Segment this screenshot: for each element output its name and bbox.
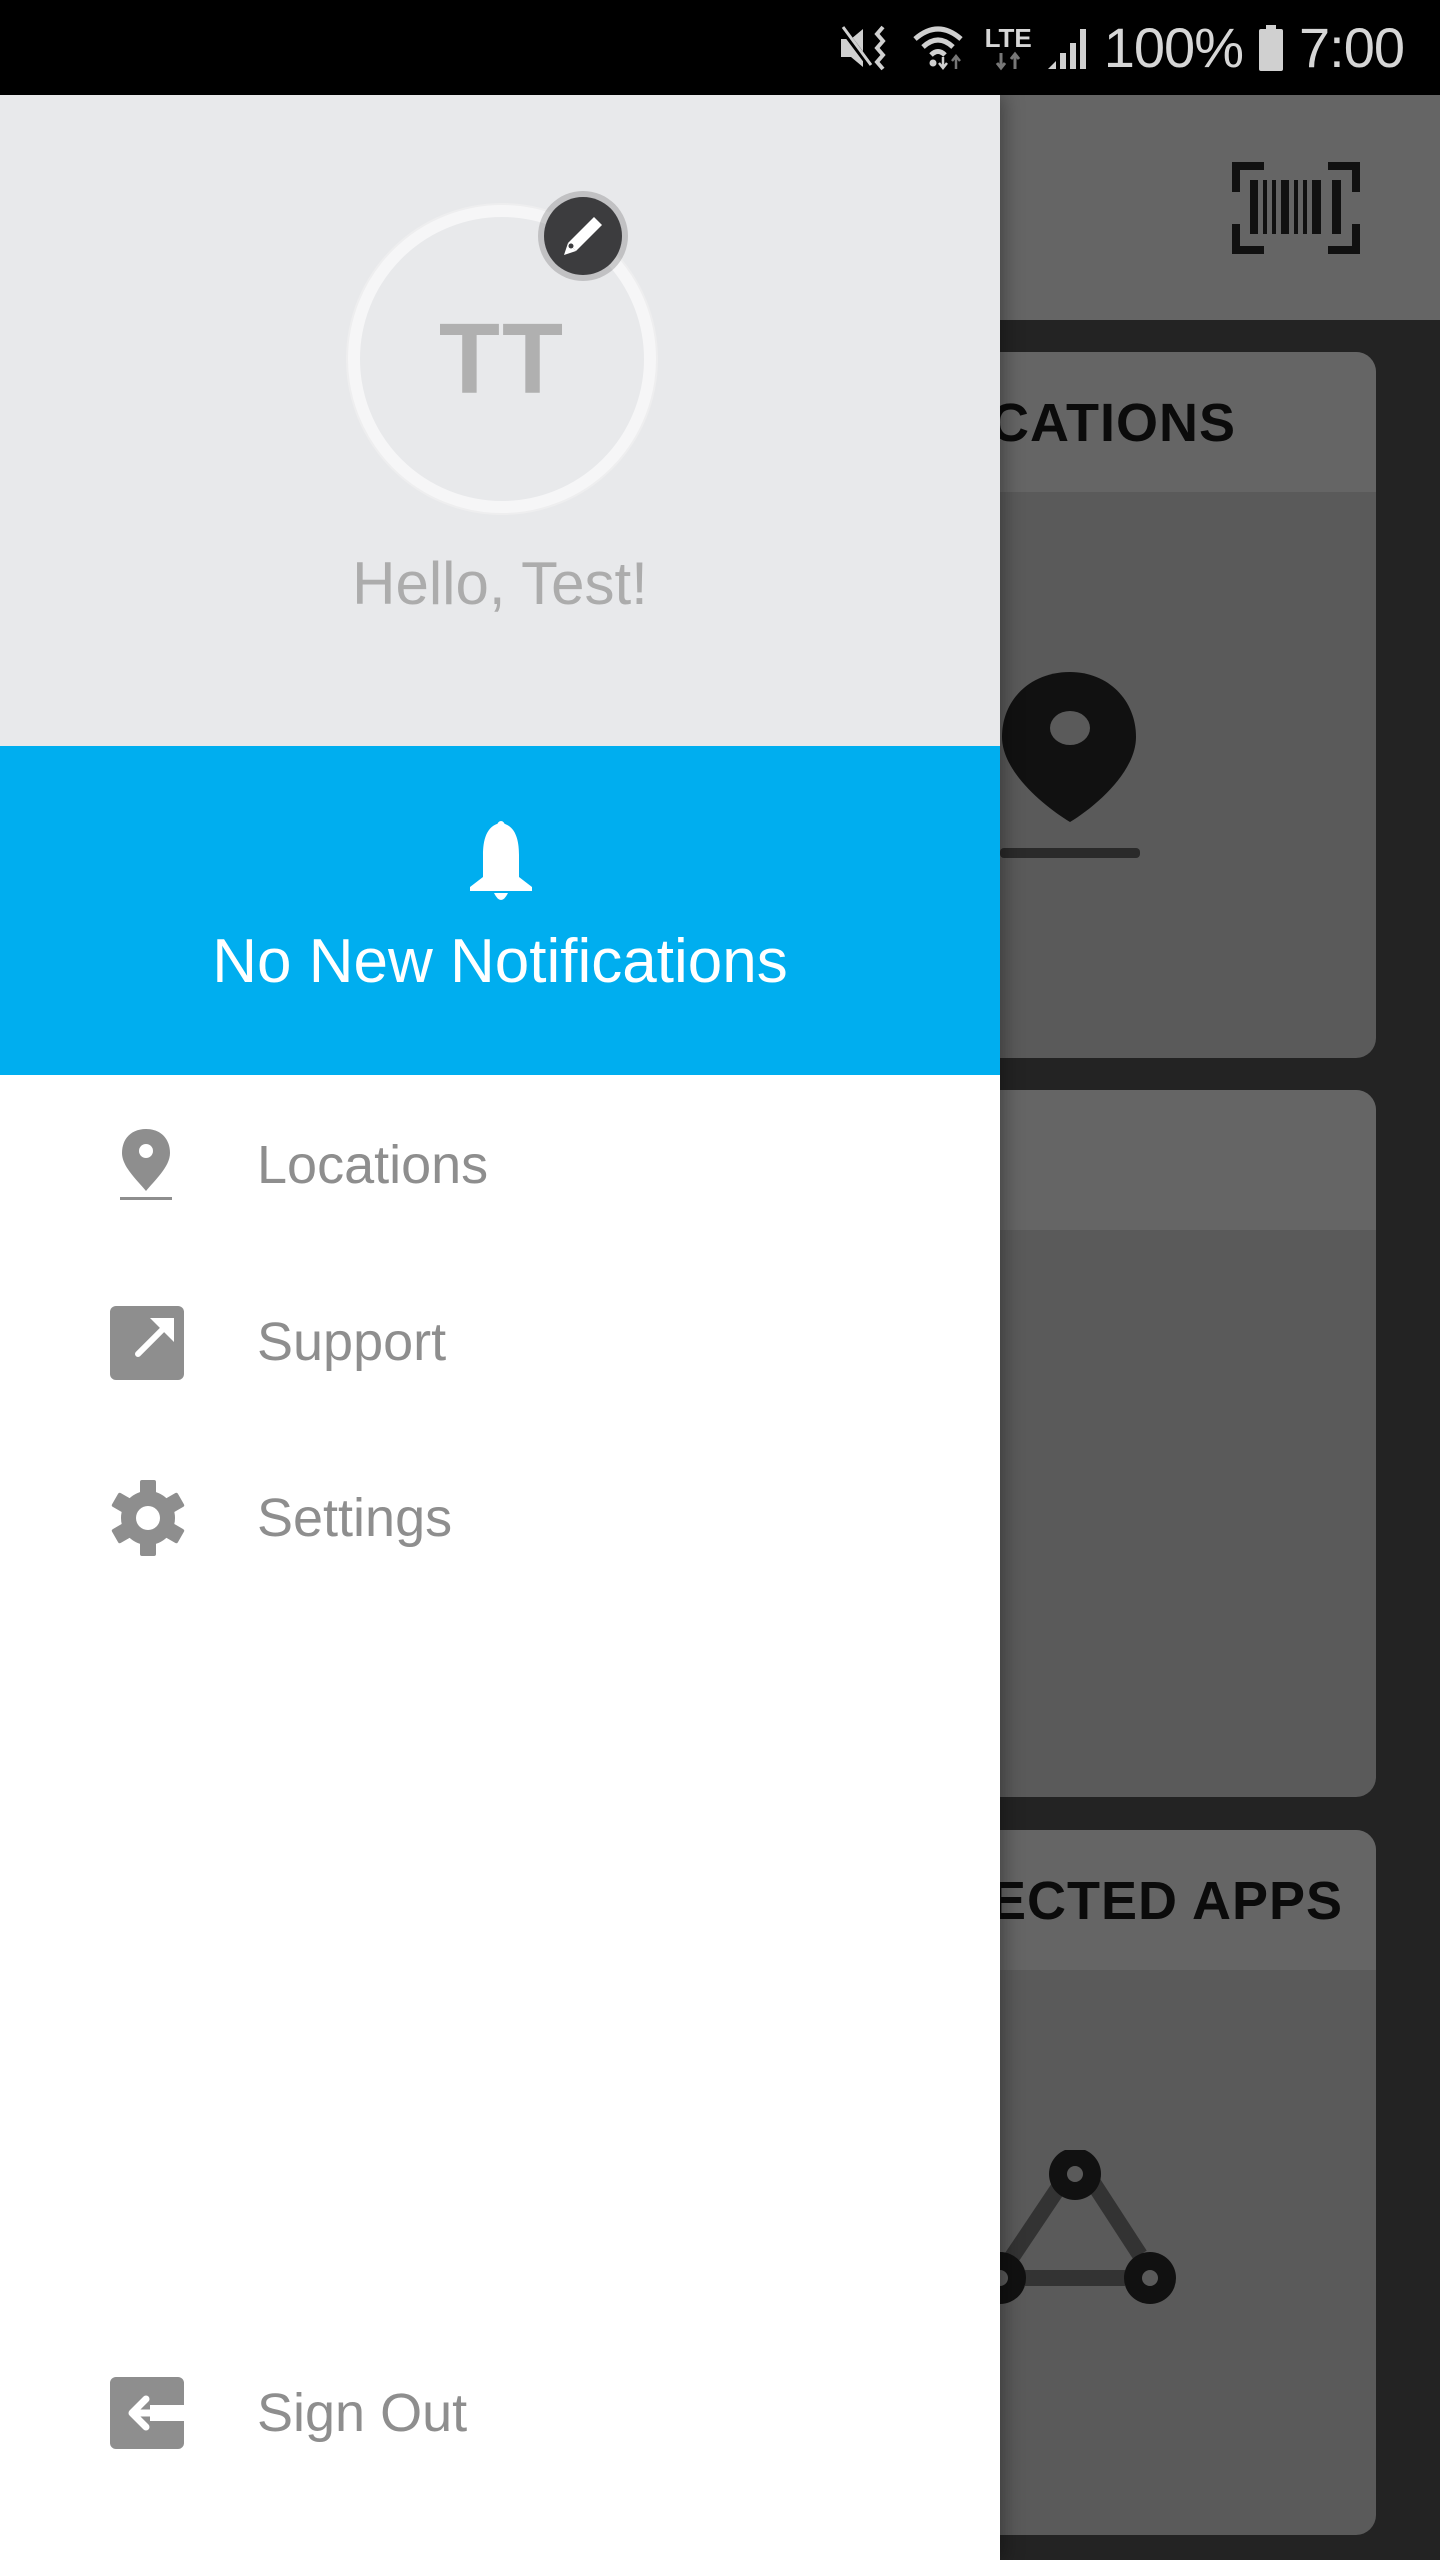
drawer-header: TT Hello, Test! [0,95,1000,746]
menu-item-locations[interactable]: Locations [0,1090,1000,1240]
notifications-text: No New Notifications [212,927,788,996]
map-pin-icon [108,1125,188,1205]
external-link-icon [108,1302,188,1382]
battery-percent: 100% [1103,16,1244,79]
clock: 7:00 [1299,16,1405,79]
status-bar: LTE 100% 7:00 [0,0,1440,95]
signal-icon [1047,28,1086,69]
status-icons: LTE 100% 7:00 [837,0,1405,95]
menu-label-support: Support [257,1312,447,1372]
menu-label-settings: Settings [257,1488,453,1548]
menu-label-locations: Locations [257,1135,489,1195]
sign-out-label: Sign Out [257,2383,468,2443]
gear-icon [108,1478,188,1558]
wifi-icon [912,26,963,70]
edit-avatar-button[interactable] [544,197,622,275]
menu-item-settings[interactable]: Settings [0,1443,1000,1593]
lte-icon: LTE [985,25,1032,71]
greeting: Hello, Test! [352,550,648,617]
menu-item-support[interactable]: Support [0,1267,1000,1417]
notifications-banner[interactable]: No New Notifications [0,746,1000,1075]
sign-out-icon [108,2373,188,2453]
bell-icon [470,821,532,900]
navigation-drawer: TT Hello, Test! No New Notifications Loc… [0,95,1000,2560]
battery-icon [1259,24,1283,71]
pencil-icon [564,217,602,255]
sign-out-button[interactable]: Sign Out [0,2338,1000,2488]
mute-vibrate-icon [838,24,886,70]
avatar-initials: TT [438,302,566,415]
